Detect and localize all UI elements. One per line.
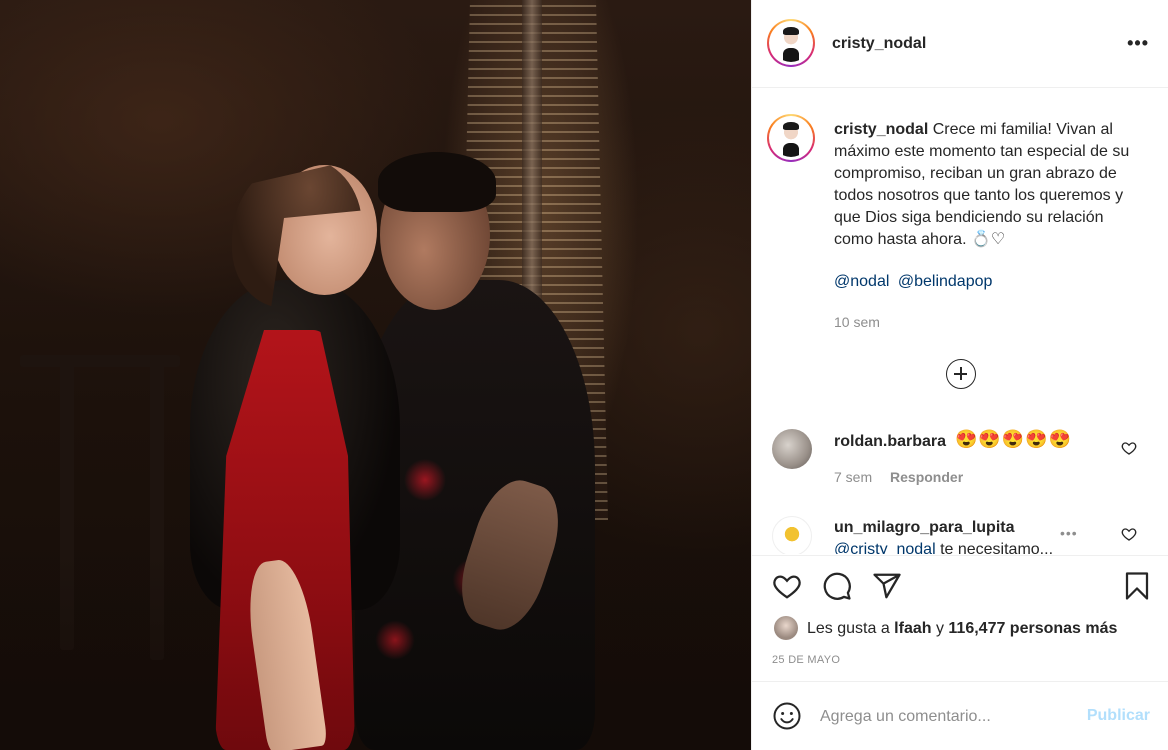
post-date[interactable]: 25 DE MAYO [772,654,840,666]
author-avatar[interactable] [767,19,815,67]
publish-button[interactable]: Publicar [1087,707,1150,725]
share-icon[interactable] [872,571,902,601]
mention-link[interactable]: @belindapop [898,273,993,290]
reply-button[interactable]: Responder [890,469,963,485]
heart-icon[interactable] [1121,440,1137,456]
post-header: cristy_nodal ••• [752,0,1168,88]
caption-username[interactable]: cristy_nodal [834,121,928,138]
liker-avatar[interactable] [774,616,798,640]
emoji-icon[interactable] [772,701,802,731]
heart-icon[interactable] [1121,526,1137,542]
comments-section[interactable]: cristy_nodal Crece mi familia! Vivan al … [752,89,1168,554]
more-horizontal-icon[interactable]: ••• [1060,525,1078,541]
post-photo[interactable] [0,0,751,750]
action-bar: Les gusta a lfaah y 116,477 personas más… [752,555,1168,680]
caption: cristy_nodal Crece mi familia! Vivan al … [834,119,1144,251]
heart-icon[interactable] [772,571,802,601]
caption-text: Crece mi familia! Vivan al máximo este m… [834,121,1130,248]
caption-mentions: @nodal @belindapop [834,273,996,291]
author-username[interactable]: cristy_nodal [832,35,926,53]
likes-middle: y [931,620,949,637]
comment-timestamp[interactable]: 7 sem [834,469,872,485]
likes-count[interactable]: 116,477 personas más [948,620,1117,637]
comment-username[interactable]: roldan.barbara [834,433,946,451]
man-hair [378,152,496,212]
likes-prefix: Les gusta a [807,620,895,637]
avatar-image [772,24,810,62]
comment-meta: 7 sem Responder [834,469,977,485]
caption-timestamp[interactable]: 10 sem [834,314,880,330]
liker-username[interactable]: lfaah [894,620,931,637]
mention-link[interactable]: @nodal [834,273,889,290]
more-horizontal-icon[interactable]: ••• [1127,34,1149,52]
comment-text-rest: te necesitamo... [935,541,1054,554]
comment-username[interactable]: un_milagro_para_lupita [834,519,1015,537]
mention-link[interactable]: @cristy_nodal [834,541,936,554]
add-comment-bar: Publicar [752,681,1168,750]
plus-circle-icon[interactable] [946,359,976,389]
bookmark-icon[interactable] [1122,571,1152,601]
caption-author-avatar[interactable] [767,114,815,162]
likes-summary[interactable]: Les gusta a lfaah y 116,477 personas más [807,620,1117,638]
comment-text: @cristy_nodal te necesitamo... [834,541,1053,554]
comment-icon[interactable] [822,571,852,601]
commenter-avatar[interactable] [772,516,812,554]
post-panel: cristy_nodal ••• cristy_nodal Crece mi f… [751,0,1168,750]
comment-input[interactable] [820,704,1080,730]
commenter-avatar[interactable] [772,429,812,469]
comment-text: 😍😍😍😍😍 [955,429,1073,449]
avatar-image [772,119,810,157]
